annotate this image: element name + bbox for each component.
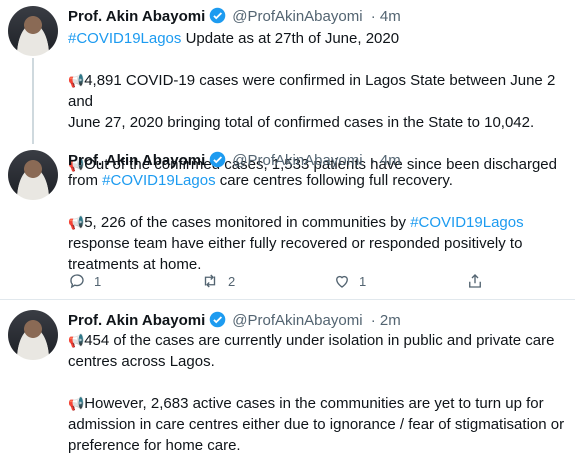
text-line: June 27, 2020 bringing total of confirme…: [68, 114, 535, 131]
text-line: preference for home care.: [68, 437, 241, 454]
text-line: response team have either fully recovere…: [68, 235, 523, 252]
avatar[interactable]: [8, 310, 58, 360]
hashtag-link[interactable]: #COVID19Lagos: [68, 30, 181, 47]
text-line: care centres following full recovery.: [215, 172, 453, 189]
text-line: 5, 226 of the cases monitored in communi…: [84, 214, 411, 231]
author-name[interactable]: Prof. Akin Abayomi: [68, 8, 205, 25]
avatar[interactable]: [8, 6, 58, 56]
tweet-header: Prof. Akin Abayomi @ProfAkinAbayomi · 4m: [68, 151, 401, 172]
text-line: admission in care centres either due to …: [68, 416, 565, 433]
reply-button[interactable]: 1: [68, 272, 101, 290]
text-line: However, 2,683 active cases in the commu…: [84, 395, 544, 412]
share-button[interactable]: [466, 272, 484, 290]
author-handle[interactable]: @ProfAkinAbayomi: [232, 152, 362, 169]
megaphone-icon: 📢: [68, 396, 85, 411]
megaphone-icon: 📢: [68, 333, 85, 348]
reply-count: 1: [94, 273, 102, 289]
like-button[interactable]: 1: [333, 272, 366, 290]
retweet-icon: [200, 272, 220, 290]
text-line: 4,891 COVID-19 cases were confirmed in L…: [68, 72, 556, 110]
retweet-button[interactable]: 2: [200, 272, 235, 290]
tweet-time[interactable]: · 2m: [371, 312, 401, 329]
like-count: 1: [359, 273, 367, 289]
tweet-time[interactable]: · 4m: [371, 152, 401, 169]
text-line: 454 of the cases are currently under iso…: [84, 332, 555, 349]
tweet-time[interactable]: · 4m: [371, 8, 401, 25]
text-line: centres across Lagos.: [68, 353, 215, 370]
share-icon: [466, 272, 484, 290]
verified-badge-icon: [209, 7, 226, 28]
verified-badge-icon: [209, 311, 226, 332]
hashtag-link[interactable]: #COVID19Lagos: [102, 172, 215, 189]
author-name[interactable]: Prof. Akin Abayomi: [68, 152, 205, 169]
tweet-header: Prof. Akin Abayomi @ProfAkinAbayomi · 4m: [68, 7, 401, 28]
tweet-1[interactable]: Prof. Akin Abayomi @ProfAkinAbayomi · 4m …: [0, 0, 575, 173]
like-icon: [333, 272, 351, 290]
author-handle[interactable]: @ProfAkinAbayomi: [232, 8, 362, 25]
tweet-action-bar: 1 2 1: [68, 272, 508, 294]
megaphone-icon: 📢: [68, 215, 85, 230]
reply-icon: [68, 272, 86, 290]
thread-line: [32, 58, 34, 144]
hashtag-link[interactable]: #COVID19Lagos: [410, 214, 523, 231]
avatar[interactable]: [8, 150, 58, 200]
tweet-3[interactable]: Prof. Akin Abayomi @ProfAkinAbayomi · 2m …: [0, 300, 575, 454]
tweet-text: 📢454 of the cases are currently under is…: [68, 330, 567, 456]
retweet-count: 2: [228, 273, 236, 289]
text-line: from: [68, 172, 103, 189]
text-line: Update as at 27th of June, 2020: [181, 30, 400, 47]
tweet-header: Prof. Akin Abayomi @ProfAkinAbayomi · 2m: [68, 311, 401, 332]
megaphone-icon: 📢: [68, 73, 85, 88]
verified-badge-icon: [209, 151, 226, 172]
author-handle[interactable]: @ProfAkinAbayomi: [232, 312, 362, 329]
author-name[interactable]: Prof. Akin Abayomi: [68, 312, 205, 329]
tweet-text: from #COVID19Lagos care centres followin…: [68, 170, 567, 275]
